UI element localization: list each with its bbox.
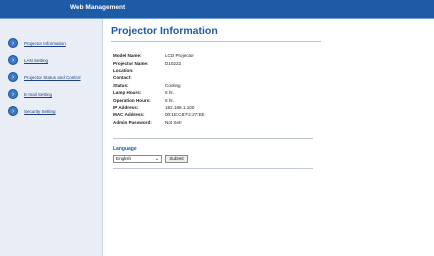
info-value: 00:1E:C8:F2:27:EE bbox=[165, 112, 205, 118]
arrow-circle-icon: › bbox=[8, 55, 18, 65]
info-row-status: Status: Cooling bbox=[113, 82, 205, 89]
page-title: Projector Information bbox=[111, 25, 218, 37]
info-row-ip-address: IP Address: 192.168.1.100 bbox=[113, 104, 205, 111]
sidebar-item-label[interactable]: LAN Setting bbox=[24, 58, 48, 63]
chevron-down-icon: ⌄ bbox=[154, 156, 159, 162]
main-content: Projector Information Model Name: LCD Pr… bbox=[103, 19, 434, 256]
info-key: Lamp Hours: bbox=[113, 90, 142, 96]
sidebar: › Projector Information › LAN Setting › … bbox=[0, 19, 103, 256]
arrow-circle-icon: › bbox=[8, 106, 18, 116]
arrow-circle-icon: › bbox=[8, 72, 18, 82]
info-key: Contact: bbox=[113, 75, 132, 81]
app-title: Web Management bbox=[70, 4, 126, 11]
sidebar-item-email-setting[interactable]: › E-mail Setting bbox=[8, 89, 52, 99]
info-row-location: Location: bbox=[113, 67, 205, 74]
language-divider-top bbox=[113, 138, 313, 139]
arrow-circle-icon: › bbox=[8, 89, 18, 99]
submit-button[interactable]: Submit bbox=[165, 155, 188, 163]
sidebar-item-label[interactable]: Projector Information bbox=[24, 41, 66, 46]
info-value: D10222 bbox=[165, 60, 182, 66]
sidebar-item-projector-information[interactable]: › Projector Information bbox=[8, 38, 66, 48]
arrow-circle-icon: › bbox=[8, 38, 18, 48]
sidebar-item-label[interactable]: E-mail Setting bbox=[24, 92, 52, 97]
info-key: IP Address: bbox=[113, 104, 139, 110]
info-key: Projector Name: bbox=[113, 60, 149, 66]
sidebar-item-label[interactable]: Projector Status and Control bbox=[24, 75, 81, 80]
info-value: Not Set! bbox=[165, 119, 182, 125]
info-row-contact: Contact: bbox=[113, 74, 205, 81]
sidebar-item-projector-status-and-control[interactable]: › Projector Status and Control bbox=[8, 72, 81, 82]
info-key: Model Name: bbox=[113, 53, 142, 59]
info-row-admin-password: Admin Password: Not Set! bbox=[113, 119, 205, 126]
sidebar-item-security-setting[interactable]: › Security Setting bbox=[8, 106, 56, 116]
sidebar-item-label[interactable]: Security Setting bbox=[24, 109, 56, 114]
info-row-model-name: Model Name: LCD Projector bbox=[113, 52, 205, 59]
header-bar: Web Management bbox=[0, 0, 434, 19]
info-row-operation-hours: Operation Hours: 5 hr. bbox=[113, 96, 205, 103]
info-row-projector-name: Projector Name: D10222 bbox=[113, 59, 205, 66]
language-label: Language bbox=[113, 146, 137, 152]
language-divider-bottom bbox=[113, 168, 313, 169]
info-value: LCD Projector bbox=[165, 53, 194, 59]
sidebar-item-lan-setting[interactable]: › LAN Setting bbox=[8, 55, 48, 65]
language-select[interactable]: English ⌄ bbox=[113, 155, 162, 163]
info-value: Cooling bbox=[165, 82, 181, 88]
info-row-mac-address: MAC Address: 00:1E:C8:F2:27:EE bbox=[113, 111, 205, 118]
info-value: 192.168.1.100 bbox=[165, 104, 195, 110]
info-value: 5 hr. bbox=[165, 90, 174, 96]
title-divider bbox=[111, 41, 321, 42]
projector-info-list: Model Name: LCD Projector Projector Name… bbox=[113, 52, 205, 126]
info-key: Status: bbox=[113, 82, 129, 88]
info-key: Operation Hours: bbox=[113, 97, 151, 103]
info-value: 5 hr. bbox=[165, 97, 174, 103]
language-select-value: English bbox=[116, 156, 132, 161]
info-key: MAC Address: bbox=[113, 112, 145, 118]
info-row-lamp-hours: Lamp Hours: 5 hr. bbox=[113, 89, 205, 96]
info-key: Location: bbox=[113, 67, 134, 73]
info-key: Admin Password: bbox=[113, 119, 152, 125]
